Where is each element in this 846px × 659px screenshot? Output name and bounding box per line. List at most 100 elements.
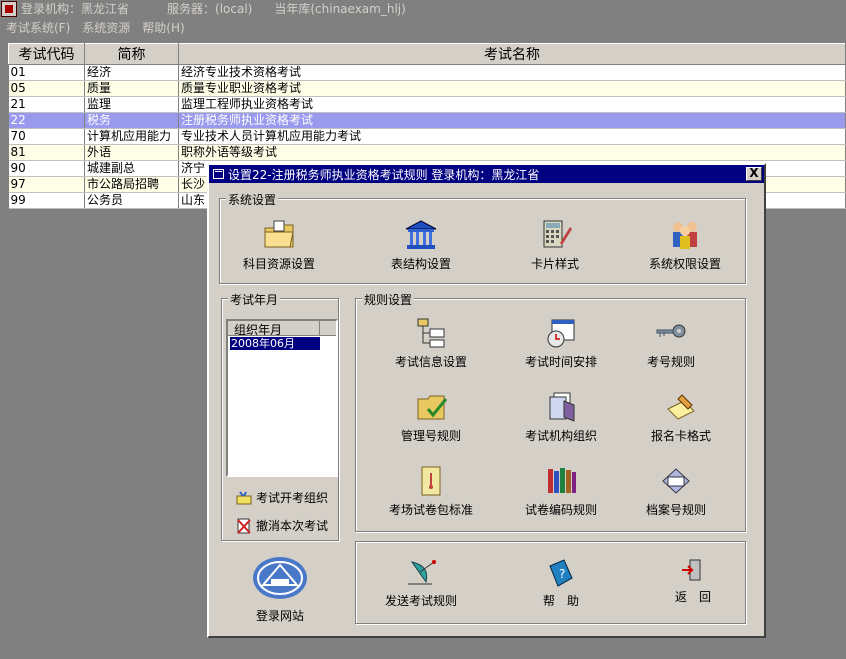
paper-package-button[interactable]: 考场试卷包标准 xyxy=(376,465,486,518)
archive-number-button[interactable]: 档案号规则 xyxy=(621,465,731,518)
table-row[interactable]: 70 计算机应用能力 专业技术人员计算机应用能力考试 xyxy=(8,128,846,145)
table-header-row: 考试代码 简称 考试名称 xyxy=(8,43,846,65)
exit-door-icon xyxy=(682,559,701,581)
title-db: 当年库(chinaexam_hlj) xyxy=(274,2,406,16)
table-row-selected[interactable]: 22 税务 注册税务师执业资格考试 xyxy=(8,112,846,129)
documents-icon xyxy=(549,392,575,422)
exam-org-button[interactable]: 考试机构组织 xyxy=(506,391,616,444)
permission-label: 系统权限设置 xyxy=(648,257,721,271)
cell-code: 81 xyxy=(8,144,85,161)
dialog-title: 设置22-注册税务师执业资格考试规则 登录机构：黑龙江省 xyxy=(228,167,540,182)
satellite-icon xyxy=(408,560,436,585)
login-website-label: 登录网站 xyxy=(255,609,304,623)
cell-name: 监理工程师执业资格考试 xyxy=(178,96,846,113)
hierarchy-icon xyxy=(417,318,445,348)
cell-short: 外语 xyxy=(84,144,179,161)
management-number-button[interactable]: 管理号规则 xyxy=(376,391,486,444)
table-row[interactable]: 81 外语 职称外语等级考试 xyxy=(8,144,846,161)
col-header-short[interactable]: 简称 xyxy=(84,43,179,65)
calculator-icon xyxy=(543,220,572,248)
login-website-button[interactable]: 登录网站 xyxy=(225,555,335,624)
paper-package-label: 考场试卷包标准 xyxy=(388,503,473,517)
dialog-titlebar: 设置22-注册税务师执业资格考试规则 登录机构：黑龙江省 X xyxy=(209,165,764,183)
svg-text:?: ? xyxy=(559,567,565,581)
cell-code: 97 xyxy=(8,176,85,193)
back-button[interactable]: 返 回 xyxy=(638,558,748,605)
system-settings-group: 系统设置 科目资源设置 表结构设置 卡片样式 系统权限设置 xyxy=(219,191,746,284)
exam-year-group: 考试年月 组织年月 2008年06月 考试开考组织 撤消本次考试 xyxy=(221,291,339,541)
cell-code: 22 xyxy=(8,112,85,129)
cell-name: 质量专业职业资格考试 xyxy=(178,80,846,97)
cancel-exam-button[interactable]: 撤消本次考试 xyxy=(236,517,328,534)
exam-info-button[interactable]: 考试信息设置 xyxy=(376,317,486,370)
calendar-clock-icon xyxy=(547,319,575,348)
cell-code: 05 xyxy=(8,80,85,97)
send-rules-button[interactable]: 发送考试规则 xyxy=(366,558,476,609)
cell-short: 税务 xyxy=(84,112,179,129)
cancel-exam-icon xyxy=(237,518,251,534)
rules-settings-label: 规则设置 xyxy=(362,291,415,308)
table-row[interactable]: 05 质量 质量专业职业资格考试 xyxy=(8,80,846,97)
subject-resource-button[interactable]: 科目资源设置 xyxy=(224,219,334,272)
cell-short: 计算机应用能力 xyxy=(84,128,179,145)
subject-resource-label: 科目资源设置 xyxy=(242,257,315,271)
menu-bar: 考试系统(F) 系统资源 帮助(H) xyxy=(0,17,846,37)
help-button[interactable]: ? 帮 助 xyxy=(506,558,616,609)
cell-name: 职称外语等级考试 xyxy=(178,144,846,161)
exam-schedule-label: 考试时间安排 xyxy=(524,355,597,369)
envelope-icon xyxy=(421,466,441,496)
open-exam-button[interactable]: 考试开考组织 xyxy=(236,489,328,506)
management-number-label: 管理号规则 xyxy=(400,429,461,443)
col-header-name[interactable]: 考试名称 xyxy=(178,43,846,65)
exam-number-label: 考号规则 xyxy=(646,355,695,369)
paper-code-button[interactable]: 试卷编码规则 xyxy=(506,465,616,518)
cell-short: 市公路局招聘 xyxy=(84,176,179,193)
help-book-icon: ? xyxy=(549,559,573,587)
back-label: 返 回 xyxy=(674,590,711,604)
cell-code: 70 xyxy=(8,128,85,145)
cell-short: 质量 xyxy=(84,80,179,97)
close-button[interactable]: X xyxy=(746,167,762,181)
rules-settings-group: 规则设置 考试信息设置 考试时间安排 考号规则 管理号规则 考试机构组织 报名卡… xyxy=(355,291,746,532)
card-style-button[interactable]: 卡片样式 xyxy=(500,219,610,272)
table-structure-button[interactable]: 表结构设置 xyxy=(366,219,476,272)
folder-icon xyxy=(264,220,294,248)
action-group: 发送考试规则 ? 帮 助 返 回 xyxy=(355,541,746,624)
help-label: 帮 助 xyxy=(542,594,579,608)
cell-code: 21 xyxy=(8,96,85,113)
table-row[interactable]: 01 经济 经济专业技术资格考试 xyxy=(8,64,846,81)
exam-year-label: 考试年月 xyxy=(228,291,281,308)
building-icon xyxy=(405,220,437,249)
cell-short: 经济 xyxy=(84,64,179,81)
menu-help[interactable]: 帮助(H) xyxy=(136,19,190,36)
exam-info-label: 考试信息设置 xyxy=(394,355,467,369)
open-exam-icon xyxy=(236,490,252,504)
exam-schedule-button[interactable]: 考试时间安排 xyxy=(506,317,616,370)
cell-code: 90 xyxy=(8,160,85,177)
rules-dialog: 设置22-注册税务师执业资格考试规则 登录机构：黑龙江省 X 系统设置 科目资源… xyxy=(207,163,766,638)
permission-button[interactable]: 系统权限设置 xyxy=(630,219,740,272)
exam-number-button[interactable]: 考号规则 xyxy=(616,317,726,370)
menu-system-resources[interactable]: 系统资源 xyxy=(76,19,136,36)
table-row[interactable]: 21 监理 监理工程师执业资格考试 xyxy=(8,96,846,113)
year-list-item[interactable]: 2008年06月 xyxy=(230,337,320,350)
folder-check-icon xyxy=(417,395,448,420)
app-icon xyxy=(1,0,17,17)
cell-name: 经济专业技术资格考试 xyxy=(178,64,846,81)
window-icon xyxy=(213,169,224,179)
send-rules-label: 发送考试规则 xyxy=(384,594,457,608)
registration-card-label: 报名卡格式 xyxy=(650,429,711,443)
registration-card-button[interactable]: 报名卡格式 xyxy=(626,391,736,444)
paper-code-label: 试卷编码规则 xyxy=(524,503,597,517)
cell-short: 公务员 xyxy=(84,192,179,209)
menu-exam-system[interactable]: 考试系统(F) xyxy=(0,19,76,36)
year-list-header: 组织年月 xyxy=(228,321,336,337)
pencil-paper-icon xyxy=(667,394,695,420)
col-header-code[interactable]: 考试代码 xyxy=(8,43,85,65)
cell-code: 01 xyxy=(8,64,85,81)
cell-code: 99 xyxy=(8,192,85,209)
archive-number-label: 档案号规则 xyxy=(645,503,706,517)
year-listbox[interactable]: 组织年月 2008年06月 xyxy=(226,319,338,477)
cancel-exam-label: 撤消本次考试 xyxy=(256,519,329,533)
app-titlebar: 登录机构：黑龙江省 服务器：(local) 当年库(chinaexam_hlj) xyxy=(0,0,846,17)
